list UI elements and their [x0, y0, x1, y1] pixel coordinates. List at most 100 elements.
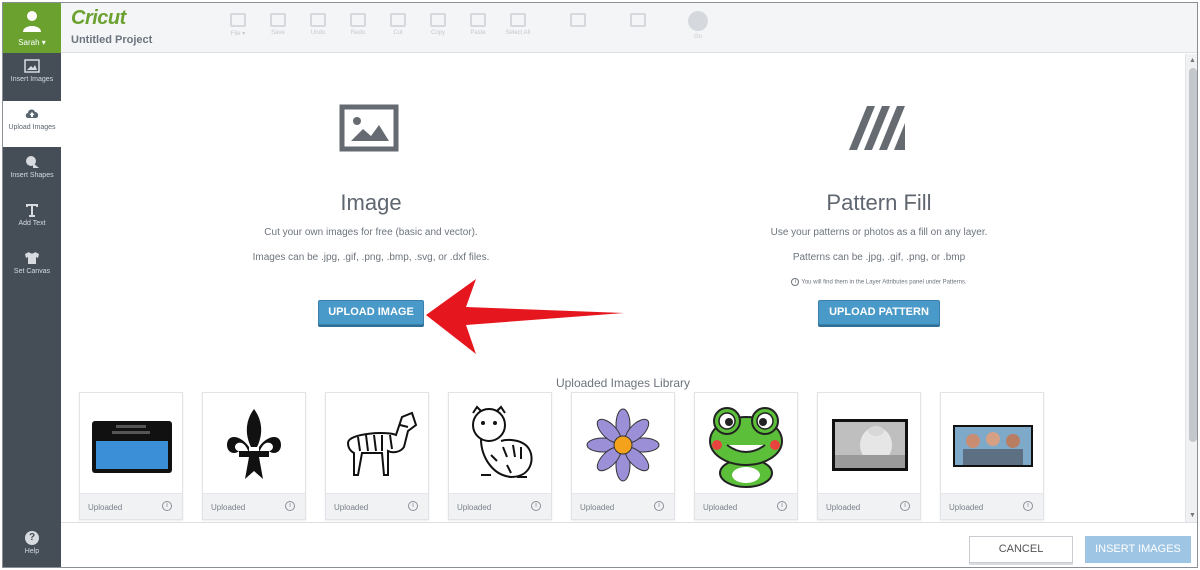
cancel-button[interactable]: CANCEL: [969, 536, 1073, 563]
grid-icon: [570, 13, 586, 27]
vertical-scrollbar[interactable]: ▲ ▼: [1185, 54, 1197, 522]
scroll-down-arrow-icon[interactable]: ▼: [1189, 512, 1196, 519]
save-button[interactable]: Save: [261, 9, 295, 47]
go-icon: [688, 11, 708, 31]
paste-icon: [470, 13, 486, 27]
library-item[interactable]: Uploaded i: [448, 392, 552, 520]
info-icon[interactable]: i: [408, 501, 418, 511]
user-name: Sarah ▾: [18, 38, 46, 47]
insert-images-button[interactable]: INSERT IMAGES: [1085, 536, 1191, 563]
library-item[interactable]: Uploaded i: [202, 392, 306, 520]
cloud-upload-icon: [25, 109, 39, 118]
user-menu[interactable]: Sarah ▾: [3, 3, 61, 53]
library-item-footer: Uploaded i: [449, 493, 551, 519]
scroll-up-arrow-icon[interactable]: ▲: [1189, 57, 1196, 64]
library-item-footer: Uploaded i: [572, 493, 674, 519]
library-item-footer: Uploaded i: [326, 493, 428, 519]
library-item[interactable]: Uploaded i: [325, 392, 429, 520]
user-avatar-icon: [23, 11, 41, 32]
help-button[interactable]: ? Help: [3, 523, 61, 567]
image-icon: [24, 59, 40, 73]
select-all-icon: [510, 13, 526, 27]
library-item-label: Uploaded: [949, 503, 984, 512]
image-panel-file-types: Images can be .jpg, .gif, .png, .bmp, .s…: [252, 252, 490, 263]
pattern-panel-description: Use your patterns or photos as a fill on…: [770, 227, 988, 238]
cut-icon: [390, 13, 406, 27]
pattern-panel-title: Pattern Fill: [826, 190, 932, 215]
layers-icon: [630, 13, 646, 27]
library-item[interactable]: Uploaded i: [79, 392, 183, 520]
info-icon: i: [791, 278, 800, 286]
save-icon: [270, 13, 286, 27]
toolbar-button-10[interactable]: [621, 9, 655, 47]
blue-card-image: [92, 421, 172, 473]
sidebar-item-insert-images[interactable]: Insert Images: [3, 53, 61, 99]
sidebar-item-label: Insert Images: [10, 76, 54, 83]
undo-button[interactable]: Undo: [301, 9, 335, 47]
library-item-label: Uploaded: [580, 503, 615, 512]
copy-icon: [430, 13, 446, 27]
sidebar-item-set-canvas[interactable]: Set Canvas: [3, 245, 61, 291]
redo-button[interactable]: Redo: [341, 9, 375, 47]
pattern-panel-file-types: Patterns can be .jpg, .gif, .png, or .bm…: [792, 252, 966, 263]
zebra-image: [346, 411, 418, 476]
top-header: Cricut Untitled Project File ▾ Save Undo…: [61, 3, 1197, 53]
toolbar-button-9[interactable]: [561, 9, 595, 47]
sidebar-item-label: Upload Images: [8, 124, 56, 131]
library-item-footer: Uploaded i: [203, 493, 305, 519]
paste-button[interactable]: Paste: [461, 9, 495, 47]
left-sidebar: Sarah ▾ Insert Images Upload Images Inse…: [3, 3, 61, 567]
sidebar-item-label: Set Canvas: [13, 268, 51, 275]
go-button[interactable]: Go: [681, 9, 715, 47]
library-item-label: Uploaded: [88, 503, 123, 512]
info-icon[interactable]: i: [654, 501, 664, 511]
cricut-logo: Cricut: [71, 7, 126, 29]
file-menu-button[interactable]: File ▾: [221, 9, 255, 47]
library-item-label: Uploaded: [211, 503, 246, 512]
info-icon[interactable]: i: [162, 501, 172, 511]
pattern-note-text: You will find them in the Layer Attribut…: [801, 279, 967, 286]
cut-button[interactable]: Cut: [381, 9, 415, 47]
upload-image-button[interactable]: UPLOAD IMAGE: [318, 300, 424, 325]
help-icon: ?: [25, 531, 39, 545]
library-item-footer: Uploaded i: [80, 493, 182, 519]
info-icon[interactable]: i: [777, 501, 787, 511]
select-all-button[interactable]: Select All: [501, 9, 535, 47]
project-title: Untitled Project: [71, 34, 153, 46]
library-item[interactable]: Uploaded i: [817, 392, 921, 520]
redo-icon: [350, 13, 366, 27]
upload-pattern-button[interactable]: UPLOAD PATTERN: [818, 300, 940, 325]
baby-photo-image: [832, 419, 908, 471]
library-title: Uploaded Images Library: [555, 376, 691, 390]
sidebar-item-label: Insert Shapes: [10, 172, 54, 179]
tiger-image: [472, 405, 533, 479]
pattern-panel-note: i You will find them in the Layer Attribu…: [669, 278, 1089, 286]
sidebar-item-insert-shapes[interactable]: Insert Shapes: [3, 149, 61, 195]
info-icon[interactable]: i: [531, 501, 541, 511]
library-item[interactable]: Uploaded i: [940, 392, 1044, 520]
frog-image: [709, 407, 783, 488]
library-item[interactable]: Uploaded i: [694, 392, 798, 520]
undo-icon: [310, 13, 326, 27]
red-arrow-annotation: [426, 279, 624, 354]
scrollbar-thumb[interactable]: [1189, 68, 1197, 442]
daisy-image: [586, 408, 660, 482]
sidebar-item-add-text[interactable]: Add Text: [3, 197, 61, 243]
image-panel-description: Cut your own images for free (basic and …: [264, 227, 478, 238]
info-icon[interactable]: i: [285, 501, 295, 511]
upload-main-area: Image Cut your own images for free (basi…: [61, 54, 1185, 522]
info-icon[interactable]: i: [1023, 501, 1033, 511]
fleur-de-lis-image: [227, 409, 281, 479]
library-item-footer: Uploaded i: [818, 493, 920, 519]
shirt-icon: [25, 252, 39, 264]
info-icon[interactable]: i: [900, 501, 910, 511]
library-item-label: Uploaded: [457, 503, 492, 512]
library-item-footer: Uploaded i: [941, 493, 1043, 519]
copy-button[interactable]: Copy: [421, 9, 455, 47]
image-icon: [339, 104, 399, 152]
library-item-label: Uploaded: [334, 503, 369, 512]
library-item[interactable]: Uploaded i: [571, 392, 675, 520]
sidebar-item-label: Add Text: [18, 220, 46, 227]
library-item-label: Uploaded: [703, 503, 738, 512]
sidebar-item-upload-images[interactable]: Upload Images: [3, 101, 61, 147]
